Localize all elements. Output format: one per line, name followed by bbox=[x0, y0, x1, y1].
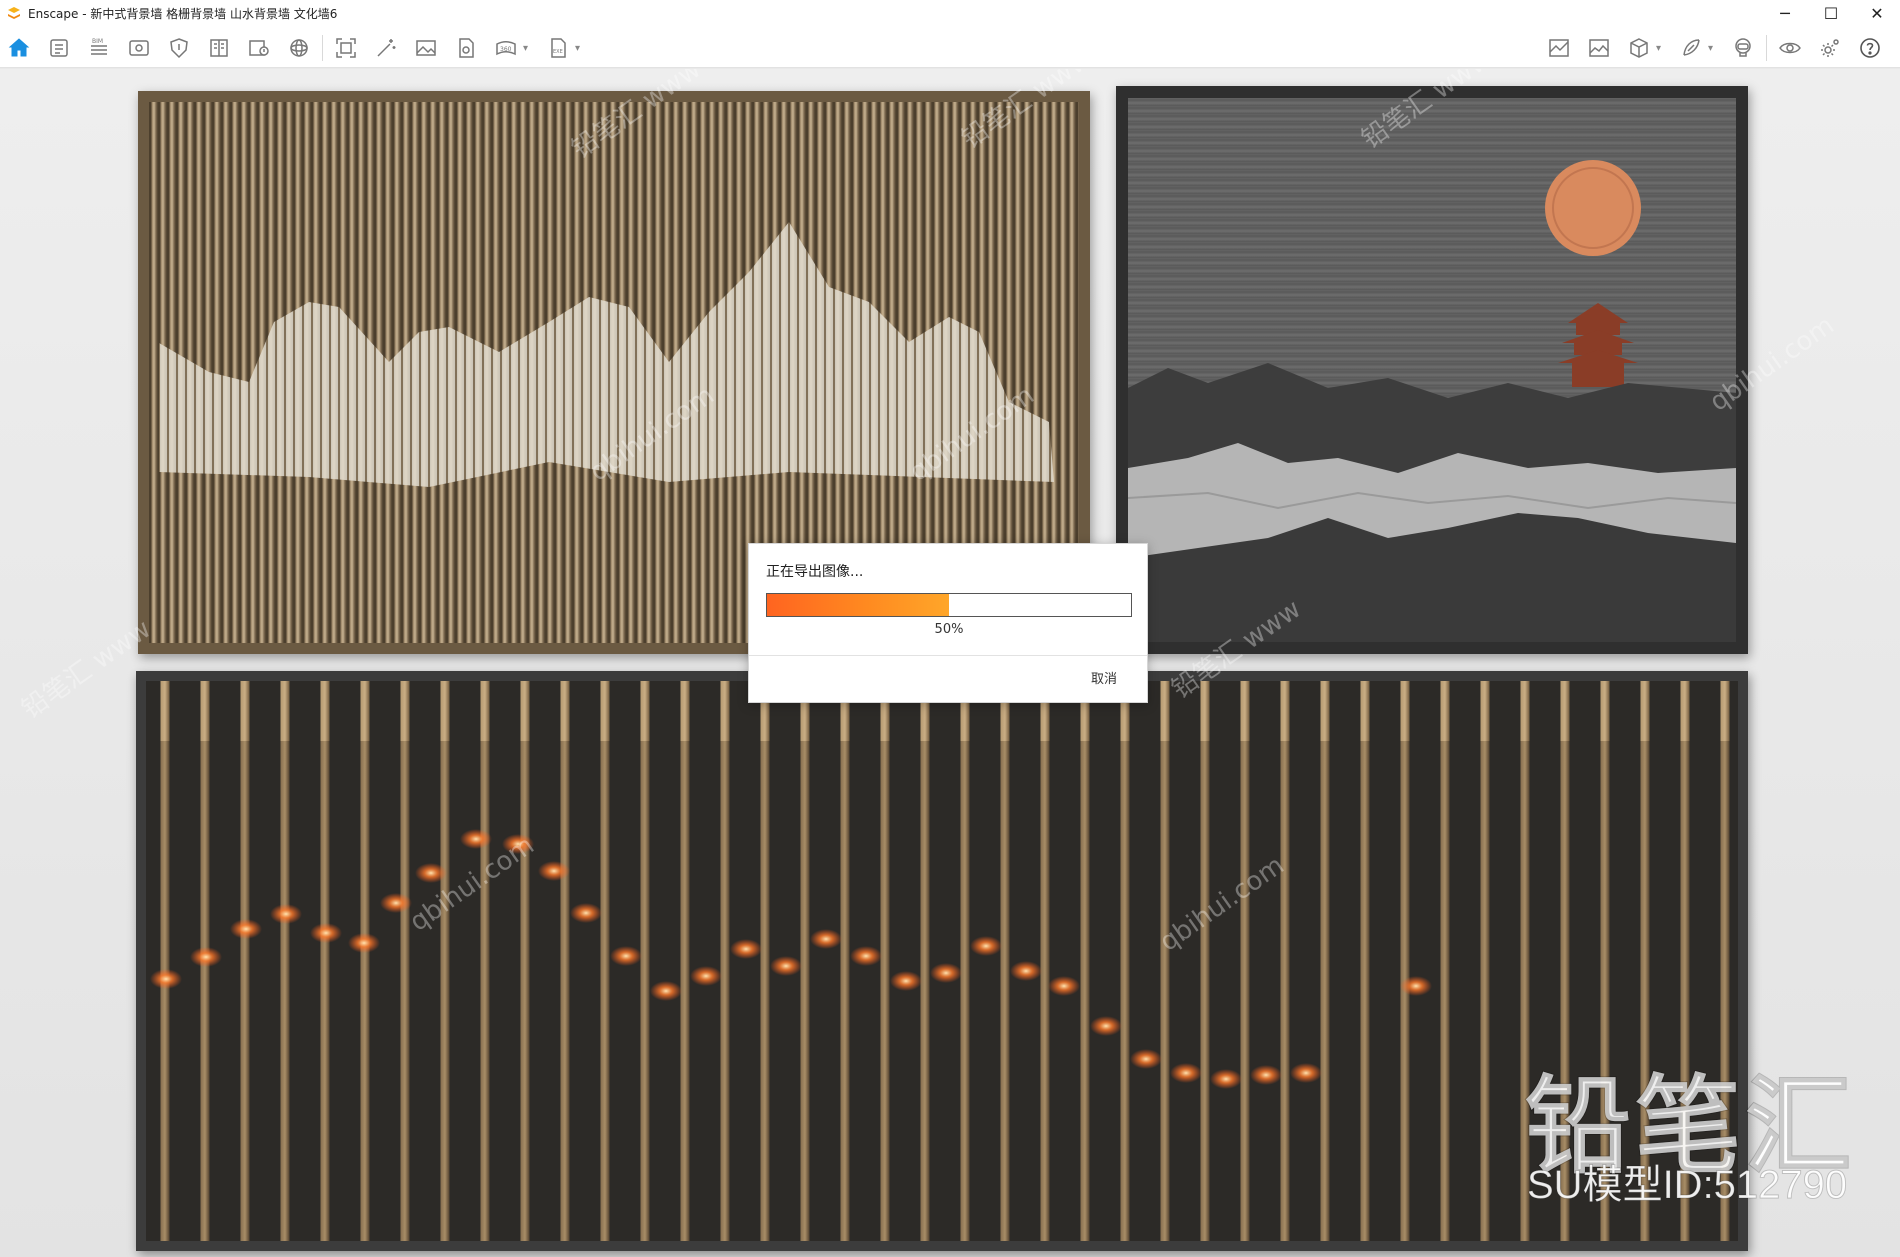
shield-icon bbox=[170, 38, 188, 59]
landscape-scene bbox=[1128, 160, 1736, 642]
chevron-down-icon[interactable]: ▾ bbox=[523, 43, 535, 54]
view-icon bbox=[129, 40, 149, 56]
frame-icon bbox=[336, 38, 356, 58]
close-button[interactable]: ✕ bbox=[1854, 0, 1900, 26]
toolbar-left-group: BIM 360 ▾ EXE ▾ bbox=[4, 34, 595, 62]
chevron-down-icon[interactable]: ▾ bbox=[1708, 43, 1720, 54]
landscape-panel bbox=[1116, 86, 1748, 654]
map-info-button[interactable] bbox=[244, 34, 274, 62]
panorama-360-icon: 360 bbox=[496, 41, 516, 56]
book-button[interactable] bbox=[204, 34, 234, 62]
maximize-icon: ☐ bbox=[1823, 3, 1839, 23]
moon-disc bbox=[1545, 160, 1641, 256]
feather-icon bbox=[1683, 39, 1700, 56]
home-icon bbox=[8, 38, 30, 57]
title-bar: Enscape - 新中式背景墙 格栅背景墙 山水背景墙 文化墙6 ─ ☐ ✕ bbox=[0, 0, 1900, 26]
map-info-icon bbox=[249, 40, 269, 56]
minimize-button[interactable]: ─ bbox=[1762, 0, 1808, 26]
shield-button[interactable] bbox=[164, 34, 194, 62]
toolbar-separator bbox=[322, 35, 323, 61]
svg-text:EXE: EXE bbox=[553, 49, 563, 55]
image-compare-icon bbox=[1549, 39, 1569, 57]
lit-grille-inner bbox=[146, 681, 1738, 1241]
exe-export-button[interactable]: EXE bbox=[543, 34, 573, 62]
sphere-icon bbox=[290, 39, 308, 57]
export-status-message: 正在导出图像... bbox=[766, 564, 864, 580]
landscape-icon bbox=[1589, 39, 1609, 57]
home-button[interactable] bbox=[4, 34, 34, 62]
document-icon bbox=[50, 39, 68, 57]
chevron-down-icon[interactable]: ▾ bbox=[1656, 43, 1668, 54]
minimize-icon: ─ bbox=[1780, 3, 1790, 23]
sphere-button[interactable] bbox=[284, 34, 314, 62]
cube-icon bbox=[1630, 38, 1648, 58]
toolbar-right-group: ▾ ▾ bbox=[1544, 34, 1895, 62]
landscape-button[interactable] bbox=[1584, 34, 1614, 62]
toolbar-separator bbox=[1766, 35, 1767, 61]
book-icon bbox=[210, 39, 228, 57]
close-icon: ✕ bbox=[1870, 3, 1884, 23]
lit-grille-panel bbox=[136, 671, 1748, 1251]
glow-lights bbox=[150, 829, 1432, 1089]
maximize-button[interactable]: ☐ bbox=[1808, 0, 1854, 26]
landscape-inner bbox=[1128, 98, 1736, 642]
export-progress-percent: 50% bbox=[934, 622, 964, 637]
magic-wand-icon bbox=[377, 39, 396, 57]
svg-text:360: 360 bbox=[500, 46, 512, 53]
image-button[interactable] bbox=[411, 34, 441, 62]
model-id-watermark: SU模型ID:512790 bbox=[1526, 1163, 1848, 1208]
settings-button[interactable] bbox=[1815, 34, 1845, 62]
magic-wand-button[interactable] bbox=[371, 34, 401, 62]
eye-button[interactable] bbox=[1775, 34, 1805, 62]
settings-icon bbox=[1821, 39, 1839, 57]
feather-button[interactable] bbox=[1676, 34, 1706, 62]
frame-button[interactable] bbox=[331, 34, 361, 62]
pagoda-icon bbox=[1558, 303, 1638, 387]
bim-button[interactable]: BIM bbox=[84, 34, 114, 62]
eye-icon bbox=[1779, 42, 1801, 54]
chevron-down-icon[interactable]: ▾ bbox=[575, 43, 587, 54]
export-progress-fill bbox=[767, 594, 949, 616]
image-icon bbox=[416, 40, 436, 56]
vr-headset-icon bbox=[1735, 38, 1751, 57]
file-icon bbox=[459, 38, 474, 58]
toolbar: BIM 360 ▾ EXE ▾ ▾ ▾ bbox=[0, 26, 1900, 86]
export-progress-dialog: 正在导出图像... 50% 取消 bbox=[748, 543, 1148, 703]
window-controls: ─ ☐ ✕ bbox=[1762, 0, 1900, 26]
cancel-button[interactable]: 取消 bbox=[1091, 668, 1117, 687]
bim-icon: BIM bbox=[91, 38, 107, 55]
cube-button[interactable] bbox=[1624, 34, 1654, 62]
vr-headset-button[interactable] bbox=[1728, 34, 1758, 62]
dialog-divider bbox=[749, 655, 1147, 656]
help-icon bbox=[1860, 38, 1880, 58]
panorama-360-button[interactable]: 360 bbox=[491, 34, 521, 62]
file-button[interactable] bbox=[451, 34, 481, 62]
svg-text:BIM: BIM bbox=[92, 38, 103, 45]
image-compare-button[interactable] bbox=[1544, 34, 1574, 62]
document-button[interactable] bbox=[44, 34, 74, 62]
view-button[interactable] bbox=[124, 34, 154, 62]
window-title: Enscape - 新中式背景墙 格栅背景墙 山水背景墙 文化墙6 bbox=[28, 6, 338, 21]
enscape-logo-icon bbox=[8, 7, 20, 19]
exe-export-icon: EXE bbox=[551, 38, 566, 58]
export-progress-bar bbox=[766, 593, 1132, 617]
help-button[interactable] bbox=[1855, 34, 1885, 62]
